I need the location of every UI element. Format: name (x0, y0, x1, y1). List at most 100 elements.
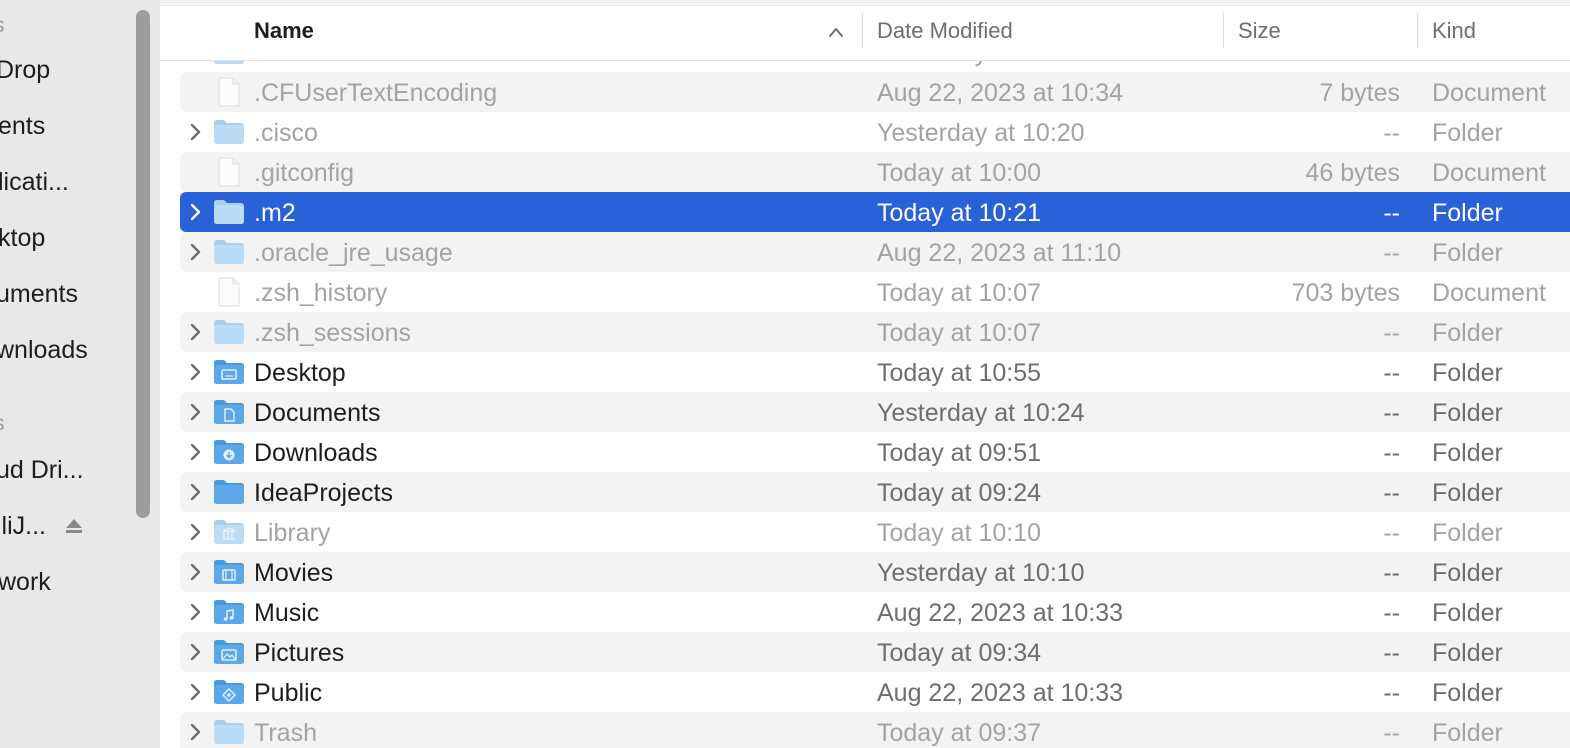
table-row[interactable]: .gitconfig Today at 10:00 46 bytes Document (180, 152, 1570, 192)
table-row[interactable]: Pictures Today at 09:34 -- Folder (180, 632, 1570, 672)
table-row[interactable]: Library Today at 10:10 -- Folder (180, 512, 1570, 552)
sidebar-section-favorites: s (0, 14, 5, 38)
file-kind: Folder (1432, 119, 1503, 147)
disclosure-chevron-icon[interactable] (188, 523, 202, 541)
disclosure-chevron-icon[interactable] (188, 603, 202, 621)
date-modified: Today at 09:37 (877, 719, 1042, 747)
file-name: Downloads (254, 439, 378, 467)
file-size: -- (1383, 679, 1400, 707)
sidebar-item-documents[interactable]: uments (0, 280, 78, 309)
date-modified: Today at 10:07 (877, 279, 1042, 307)
disclosure-chevron-icon[interactable] (188, 723, 202, 741)
disclosure-chevron-icon[interactable] (188, 203, 202, 221)
file-size: 703 bytes (1291, 279, 1400, 307)
file-name: IdeaProjects (254, 479, 393, 507)
sidebar-item-airdrop[interactable]: Drop (0, 56, 50, 85)
file-list: .androidYesterday at 10:47--Folder.CFUse… (160, 0, 1570, 748)
sidebar-item-applications[interactable]: licati... (0, 168, 69, 197)
table-row[interactable]: .oracle_jre_usage Aug 22, 2023 at 11:10 --… (180, 232, 1570, 272)
disclosure-chevron-icon[interactable] (188, 483, 202, 501)
file-name: .zsh_history (254, 279, 388, 307)
file-name: Music (254, 599, 320, 627)
sidebar-item-downloads[interactable]: wnloads (0, 336, 88, 365)
sidebar-item-network[interactable]: work (0, 568, 51, 597)
sidebar-item-desktop[interactable]: ktop (0, 224, 45, 253)
file-size: -- (1383, 599, 1400, 627)
disclosure-chevron-icon[interactable] (188, 243, 202, 261)
folder-icon (214, 480, 244, 504)
disclosure-chevron-icon[interactable] (188, 363, 202, 381)
table-row[interactable]: .cisco Yesterday at 10:20 -- Folder (180, 112, 1570, 152)
file-size: -- (1383, 479, 1400, 507)
table-row[interactable]: .CFUserTextEncoding Aug 22, 2023 at 10:34… (180, 72, 1570, 112)
date-modified: Yesterday at 10:10 (877, 559, 1085, 587)
column-kind[interactable]: Kind (1432, 18, 1476, 44)
table-row[interactable]: .zsh_sessions Today at 10:07 -- Folder (180, 312, 1570, 352)
film-folder-icon (214, 560, 244, 584)
column-date-modified[interactable]: Date Modified (877, 18, 1013, 44)
table-row[interactable]: Documents Yesterday at 10:24 -- Folder (180, 392, 1570, 432)
disclosure-chevron-icon[interactable] (188, 323, 202, 341)
public-folder-icon (214, 680, 244, 704)
file-kind: Folder (1432, 399, 1503, 427)
column-divider[interactable] (1223, 12, 1224, 48)
column-size[interactable]: Size (1238, 18, 1281, 44)
file-kind: Folder (1432, 359, 1503, 387)
sidebar-item-icloud-drive[interactable]: ud Dri... (0, 456, 84, 485)
date-modified: Yesterday at 10:24 (877, 399, 1085, 427)
file-kind: Folder (1432, 439, 1503, 467)
folder-icon (214, 200, 244, 224)
disclosure-chevron-icon[interactable] (188, 443, 202, 461)
date-modified: Today at 09:24 (877, 479, 1042, 507)
file-kind: Folder (1432, 319, 1503, 347)
disclosure-chevron-icon[interactable] (188, 563, 202, 581)
date-modified: Today at 09:51 (877, 439, 1042, 467)
table-row[interactable]: Public Aug 22, 2023 at 10:33 -- Folder (180, 672, 1570, 712)
music-folder-icon (214, 600, 244, 624)
sort-ascending-icon (829, 28, 843, 37)
file-name: Public (254, 679, 323, 707)
disclosure-chevron-icon[interactable] (188, 683, 202, 701)
file-name: Trash (254, 719, 317, 747)
file-kind: Document (1432, 159, 1546, 187)
sidebar-scrollbar[interactable] (136, 10, 150, 518)
date-modified: Aug 22, 2023 at 11:10 (877, 239, 1122, 267)
file-name: .gitconfig (254, 159, 355, 187)
disclosure-chevron-icon[interactable] (188, 123, 202, 141)
table-row[interactable]: Movies Yesterday at 10:10 -- Folder (180, 552, 1570, 592)
file-size: -- (1383, 399, 1400, 427)
file-size: -- (1383, 719, 1400, 747)
column-divider[interactable] (862, 12, 863, 48)
library-folder-icon (214, 520, 244, 544)
file-size: -- (1383, 559, 1400, 587)
file-name: Pictures (254, 639, 345, 667)
table-row[interactable]: .zsh_history Today at 10:07 703 bytes Docum… (180, 272, 1570, 312)
document-icon (218, 277, 240, 307)
folder-icon (214, 120, 244, 144)
file-kind: Document (1432, 279, 1546, 307)
column-name[interactable]: Name (254, 18, 314, 44)
table-row[interactable]: Trash Today at 09:37 -- Folder (180, 712, 1570, 748)
disclosure-chevron-icon[interactable] (188, 403, 202, 421)
file-name: Desktop (254, 359, 346, 387)
file-kind: Folder (1432, 719, 1503, 747)
table-row[interactable]: IdeaProjects Today at 09:24 -- Folder (180, 472, 1570, 512)
date-modified: Today at 10:21 (877, 199, 1042, 227)
date-modified: Today at 10:10 (877, 519, 1042, 547)
sidebar-item-recents[interactable]: ents (0, 112, 45, 141)
file-kind: Folder (1432, 199, 1503, 227)
sidebar-item-intellij[interactable]: lliJ... (0, 512, 46, 541)
file-name: .cisco (254, 119, 318, 147)
table-row-selected[interactable]: .m2 Today at 10:21 -- Folder (180, 192, 1570, 232)
table-row[interactable]: Desktop Today at 10:55 -- Folder (180, 352, 1570, 392)
date-modified: Today at 10:07 (877, 319, 1042, 347)
file-kind: Folder (1432, 639, 1503, 667)
column-divider[interactable] (1417, 12, 1418, 48)
file-size: -- (1383, 239, 1400, 267)
disclosure-chevron-icon[interactable] (188, 643, 202, 661)
eject-icon[interactable] (64, 516, 84, 536)
table-row[interactable]: Music Aug 22, 2023 at 10:33 -- Folder (180, 592, 1570, 632)
file-name: Library (254, 519, 331, 547)
table-row[interactable]: Downloads Today at 09:51 -- Folder (180, 432, 1570, 472)
file-name: Documents (254, 399, 381, 427)
